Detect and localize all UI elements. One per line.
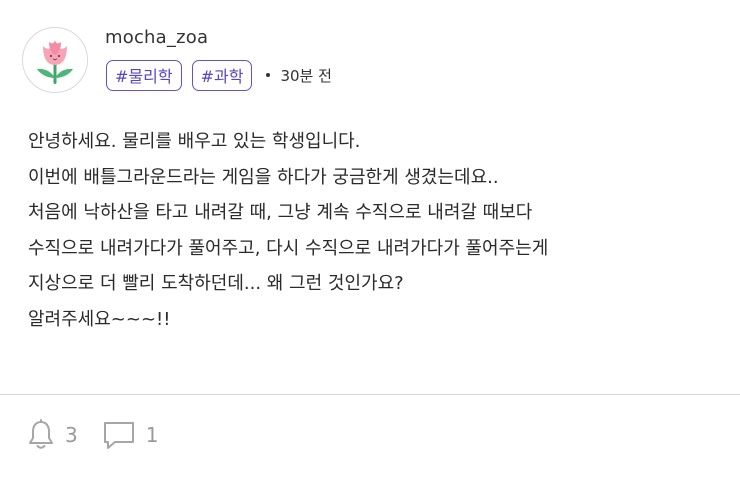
post-body: 안녕하세요. 물리를 배우고 있는 학생입니다. 이번에 배틀그라운드라는 게임… [28, 124, 718, 337]
body-line: 알려주세요~~~!! [28, 308, 171, 330]
like-button[interactable]: 3 [27, 419, 78, 451]
tag-science[interactable]: #과학 [191, 59, 253, 91]
like-count: 3 [65, 423, 78, 447]
post-header: mocha_zoa #물리학 #과학 30분 전 [22, 27, 722, 97]
body-line: 이번에 배틀그라운드라는 게임을 하다가 궁금한게 생겼는데요.. [28, 166, 499, 188]
comment-icon [103, 422, 134, 449]
bell-icon [29, 419, 53, 449]
body-line: 지상으로 더 빨리 도착하던데... 왜 그런 것인가요? [28, 273, 404, 294]
action-bar: 3 1 [27, 418, 182, 452]
tag-physics[interactable]: #물리학 [106, 59, 182, 91]
divider [0, 394, 740, 395]
body-line: 안녕하세요. 물리를 배우고 있는 학생입니다. [28, 131, 361, 152]
body-line: 처음에 낙하산을 타고 내려갈 때, 그냥 계속 수직으로 내려갈 때보다 [28, 202, 533, 223]
body-line: 수직으로 내려가다가 풀어주고, 다시 수직으로 내려가다가 풀어주는게 [28, 237, 549, 259]
separator-dot [266, 73, 271, 77]
meta-row: #물리학 #과학 30분 전 [106, 58, 332, 92]
comment-count: 1 [145, 423, 159, 447]
username[interactable]: mocha_zoa [105, 27, 208, 48]
comment-button[interactable]: 1 [102, 419, 159, 451]
post-time: 30분 전 [280, 66, 332, 85]
avatar[interactable] [22, 27, 88, 93]
tulip-icon [37, 40, 73, 84]
